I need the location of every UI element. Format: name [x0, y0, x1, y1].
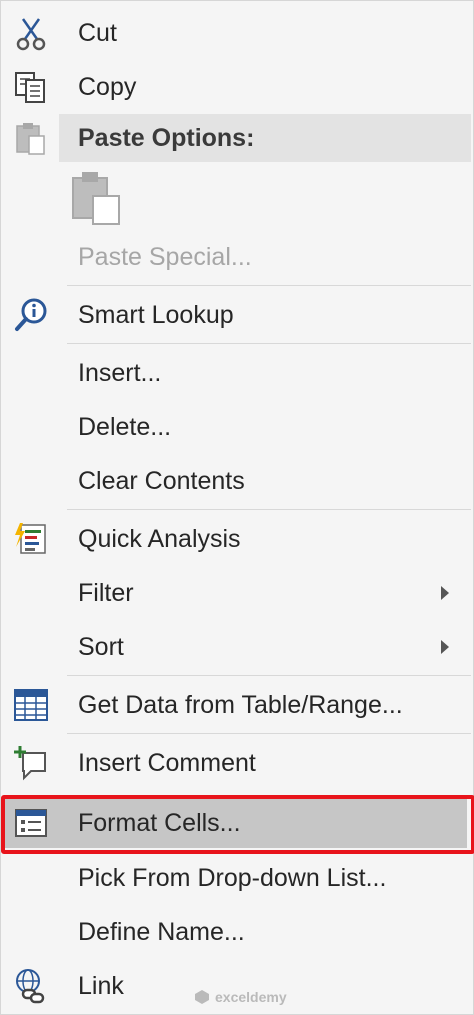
watermark-text: exceldemy — [215, 989, 287, 1005]
menu-item-insert-comment[interactable]: Insert Comment — [1, 736, 473, 790]
menu-item-delete[interactable]: Delete... — [1, 400, 473, 454]
watermark-logo: exceldemy — [194, 985, 287, 1009]
menu-item-label: Smart Lookup — [78, 301, 234, 329]
submenu-arrow-icon — [441, 640, 449, 654]
menu-item-label: Link — [78, 972, 124, 1000]
menu-item-label: Get Data from Table/Range... — [78, 691, 403, 719]
watermark-icon — [195, 990, 209, 1004]
submenu-arrow-icon — [441, 586, 449, 600]
quick-analysis-icon — [11, 519, 51, 559]
menu-item-label: Sort — [78, 633, 124, 661]
context-menu: Cut Copy Paste Options: Paste Special...… — [0, 0, 474, 1015]
separator — [67, 343, 471, 344]
scissors-icon — [11, 13, 51, 53]
menu-item-paste-special[interactable]: Paste Special... — [1, 230, 473, 284]
highlight-box — [1, 795, 474, 854]
link-icon — [11, 966, 51, 1006]
menu-item-label: Pick From Drop-down List... — [78, 864, 387, 892]
menu-item-smart-lookup[interactable]: Smart Lookup — [1, 288, 473, 342]
menu-item-label: Define Name... — [78, 918, 245, 946]
separator — [67, 509, 471, 510]
menu-item-label: Insert... — [78, 359, 162, 387]
menu-item-label: Delete... — [78, 413, 172, 441]
menu-item-sort[interactable]: Sort — [1, 620, 473, 674]
menu-item-label: Paste Special... — [78, 243, 252, 271]
menu-item-quick-analysis[interactable]: Quick Analysis — [1, 512, 473, 566]
separator — [67, 675, 471, 676]
menu-item-label: Insert Comment — [78, 749, 256, 777]
menu-item-label: Copy — [78, 73, 137, 101]
table-icon — [11, 685, 51, 725]
menu-item-label: Quick Analysis — [78, 525, 241, 553]
paste-options-header: Paste Options: — [1, 111, 473, 165]
menu-item-label: Cut — [78, 19, 117, 47]
menu-item-label: Filter — [78, 579, 134, 607]
paste-icon — [72, 172, 120, 225]
menu-item-get-data[interactable]: Get Data from Table/Range... — [1, 678, 473, 732]
separator — [67, 733, 471, 734]
paste-options-label: Paste Options: — [78, 124, 255, 152]
copy-icon — [11, 67, 51, 107]
menu-item-clear-contents[interactable]: Clear Contents — [1, 454, 473, 508]
menu-item-filter[interactable]: Filter — [1, 566, 473, 620]
menu-item-insert[interactable]: Insert... — [1, 346, 473, 400]
menu-item-label: Clear Contents — [78, 467, 245, 495]
paste-button[interactable] — [69, 168, 125, 226]
clipboard-icon — [11, 118, 51, 158]
menu-item-define-name[interactable]: Define Name... — [1, 905, 473, 959]
menu-item-cut[interactable]: Cut — [1, 6, 473, 60]
menu-item-pick-from-list[interactable]: Pick From Drop-down List... — [1, 851, 473, 905]
separator — [67, 285, 471, 286]
menu-item-copy[interactable]: Copy — [1, 60, 473, 114]
comment-icon — [11, 743, 51, 783]
smart-lookup-icon — [11, 295, 51, 335]
